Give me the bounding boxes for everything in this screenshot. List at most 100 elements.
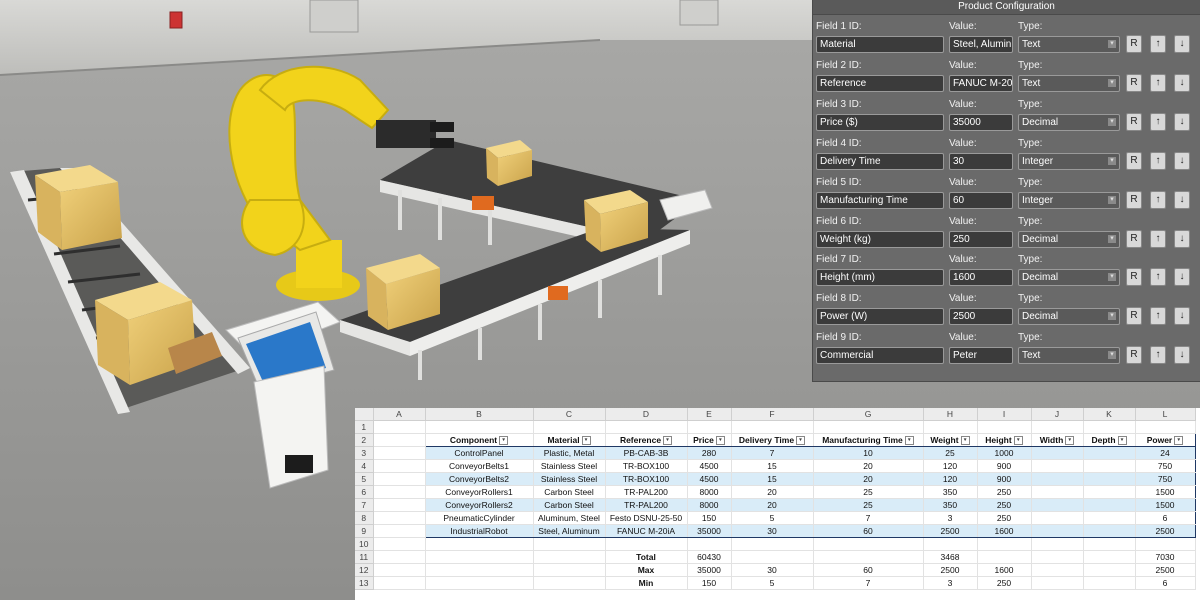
field-value-input[interactable]: 250 (949, 230, 1013, 248)
cell[interactable] (373, 537, 426, 551)
row-number[interactable]: 13 (355, 576, 374, 590)
move-down-button[interactable]: ↓ (1174, 307, 1190, 326)
summary-cell[interactable]: 150 (687, 576, 732, 590)
field-id-input[interactable]: Height (mm) (816, 269, 944, 287)
cell[interactable] (373, 433, 426, 447)
column-header[interactable]: G (813, 408, 924, 421)
summary-cell[interactable]: 3468 (923, 550, 978, 564)
table-cell[interactable]: Carbon Steel (533, 485, 606, 499)
table-cell[interactable]: 30 (731, 524, 814, 538)
row-number[interactable]: 4 (355, 459, 374, 473)
reset-button[interactable]: R (1126, 151, 1142, 170)
column-header[interactable]: D (605, 408, 688, 421)
filter-dropdown-icon[interactable]: ▾ (663, 436, 673, 446)
table-header-cell[interactable]: Power ▾ (1135, 433, 1196, 447)
table-cell[interactable]: 120 (923, 459, 978, 473)
summary-cell[interactable] (977, 550, 1032, 564)
table-cell[interactable]: PB-CAB-3B (605, 446, 688, 460)
field-type-select[interactable]: Decimal ▾ (1018, 269, 1120, 287)
move-up-button[interactable]: ↑ (1150, 73, 1166, 92)
cell[interactable] (813, 537, 924, 551)
table-cell[interactable]: 1600 (977, 524, 1032, 538)
table-cell[interactable]: 20 (731, 485, 814, 499)
move-down-button[interactable]: ↓ (1174, 112, 1190, 131)
move-up-button[interactable]: ↑ (1150, 229, 1166, 248)
field-value-input[interactable]: 2500 (949, 308, 1013, 326)
field-value-input[interactable]: 1600 (949, 269, 1013, 287)
row-number[interactable]: 5 (355, 472, 374, 486)
column-header[interactable]: F (731, 408, 814, 421)
table-cell[interactable]: ConveyorBelts2 (424, 472, 534, 486)
cell[interactable] (1083, 537, 1136, 551)
column-header[interactable]: L (1135, 408, 1196, 421)
cell[interactable] (731, 537, 814, 551)
cell[interactable] (1083, 420, 1136, 434)
summary-cell[interactable]: 60 (813, 563, 924, 577)
filter-dropdown-icon[interactable]: ▾ (796, 436, 806, 446)
row-number[interactable]: 12 (355, 563, 374, 577)
table-cell[interactable] (1083, 472, 1136, 486)
cell[interactable] (605, 420, 688, 434)
move-up-button[interactable]: ↑ (1150, 307, 1166, 326)
table-header-cell[interactable]: Weight ▾ (923, 433, 978, 447)
table-cell[interactable]: Stainless Steel (533, 472, 606, 486)
reset-button[interactable]: R (1126, 190, 1142, 209)
field-id-input[interactable]: Power (W) (816, 308, 944, 326)
field-type-select[interactable]: Integer ▾ (1018, 152, 1120, 170)
table-cell[interactable]: 350 (923, 485, 978, 499)
cell[interactable] (605, 537, 688, 551)
cell[interactable] (923, 537, 978, 551)
summary-cell[interactable]: 250 (977, 576, 1032, 590)
table-header-cell[interactable]: Manufacturing Time ▾ (813, 433, 924, 447)
table-cell[interactable] (1083, 524, 1136, 538)
cell[interactable] (425, 563, 534, 577)
field-id-input[interactable]: Material (816, 36, 944, 53)
cell[interactable] (425, 550, 534, 564)
filter-dropdown-icon[interactable]: ▾ (1117, 436, 1127, 446)
column-header[interactable]: H (923, 408, 978, 421)
table-cell[interactable]: 5 (731, 511, 814, 525)
table-cell[interactable]: 280 (687, 446, 732, 460)
column-header[interactable]: B (425, 408, 534, 421)
summary-cell[interactable] (1083, 550, 1136, 564)
cell[interactable] (373, 576, 426, 590)
table-cell[interactable]: 750 (1135, 459, 1196, 473)
table-cell[interactable] (1031, 498, 1084, 512)
table-cell[interactable]: 20 (731, 498, 814, 512)
cell[interactable] (1135, 537, 1196, 551)
table-cell[interactable]: PneumaticCylinder (424, 511, 534, 525)
reset-button[interactable]: R (1126, 268, 1142, 287)
summary-cell[interactable] (813, 550, 924, 564)
table-cell[interactable]: 250 (977, 498, 1032, 512)
field-id-input[interactable]: Weight (kg) (816, 230, 944, 248)
cell[interactable] (813, 420, 924, 434)
table-cell[interactable]: 3 (923, 511, 978, 525)
field-type-select[interactable]: Text ▾ (1018, 74, 1120, 92)
table-cell[interactable]: 6 (1135, 511, 1196, 525)
row-number[interactable]: 10 (355, 537, 374, 551)
table-cell[interactable]: 60 (813, 524, 924, 538)
cell[interactable] (977, 537, 1032, 551)
cell[interactable] (425, 576, 534, 590)
table-cell[interactable]: Plastic, Metal (533, 446, 606, 460)
row-number[interactable]: 8 (355, 511, 374, 525)
cell[interactable] (373, 420, 426, 434)
table-cell[interactable]: Aluminum, Steel (533, 511, 606, 525)
table-cell[interactable]: Steel, Aluminum (533, 524, 606, 538)
cell[interactable] (373, 485, 426, 499)
filter-dropdown-icon[interactable]: ▾ (960, 436, 970, 446)
cell[interactable] (533, 576, 606, 590)
table-header-cell[interactable]: Height ▾ (977, 433, 1032, 447)
row-number[interactable]: 3 (355, 446, 374, 460)
table-cell[interactable]: 15 (731, 459, 814, 473)
row-number[interactable]: 9 (355, 524, 374, 538)
field-value-input[interactable]: 35000 (949, 113, 1013, 131)
summary-cell[interactable]: 35000 (687, 563, 732, 577)
filter-dropdown-icon[interactable]: ▾ (1174, 436, 1184, 446)
column-header[interactable]: I (977, 408, 1032, 421)
table-header-cell[interactable]: Delivery Time ▾ (731, 433, 814, 447)
row-number[interactable]: 7 (355, 498, 374, 512)
table-cell[interactable]: 8000 (687, 485, 732, 499)
table-cell[interactable]: 2500 (1135, 524, 1196, 538)
table-cell[interactable] (1083, 511, 1136, 525)
